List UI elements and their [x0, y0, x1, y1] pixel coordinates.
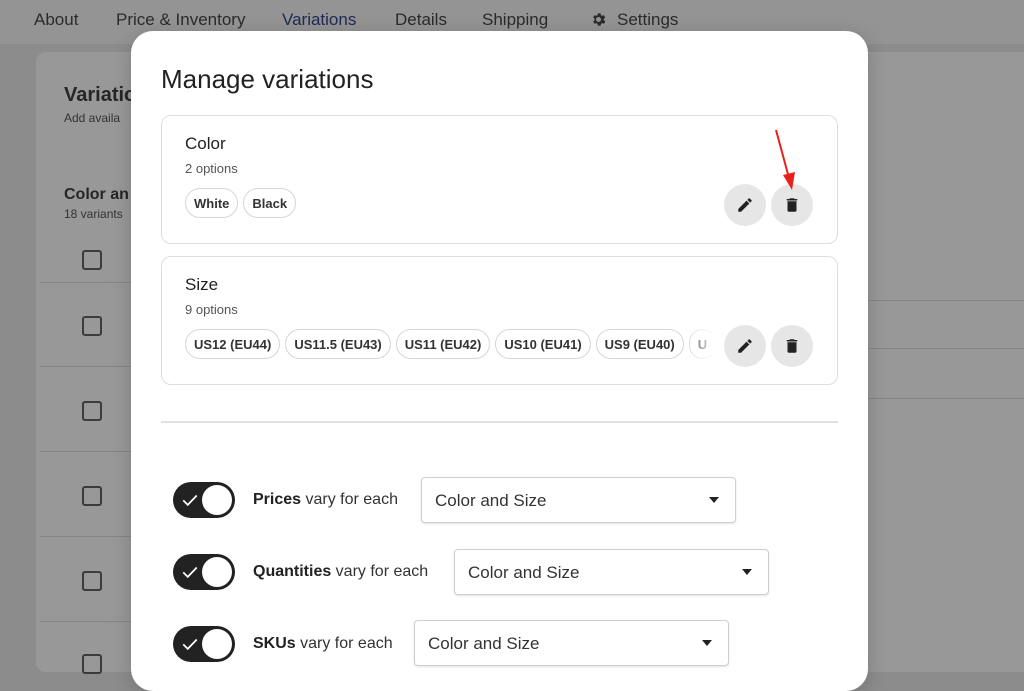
option-chip: US11 (EU42) — [395, 329, 491, 359]
manage-variations-modal: Manage variations Color 2 options White B… — [131, 31, 868, 691]
caret-down-icon — [709, 497, 719, 503]
modal-title: Manage variations — [161, 64, 374, 94]
select-value: Color and Size — [468, 563, 580, 582]
variation-option-count: 9 options — [185, 302, 238, 317]
pencil-icon — [738, 198, 752, 212]
variation-name: Color — [185, 134, 226, 153]
tab-price-inventory[interactable]: Price & Inventory — [116, 10, 245, 30]
variation-option-count: 2 options — [185, 161, 238, 176]
edit-variation-button[interactable] — [724, 184, 766, 226]
row-divider — [40, 451, 140, 452]
row-checkbox[interactable] — [82, 571, 102, 591]
variation-card-size: Size 9 options US12 (EU44) US11.5 (EU43) U… — [161, 256, 838, 385]
pencil-icon — [738, 339, 752, 353]
row-divider — [860, 300, 1024, 301]
skus-vary-select[interactable]: Color and Size — [414, 620, 729, 666]
tab-variations[interactable]: Variations — [282, 10, 356, 30]
trash-icon — [786, 198, 798, 212]
tab-shipping[interactable]: Shipping — [482, 10, 548, 30]
annotation-arrow-shaft — [775, 129, 790, 179]
tab-settings[interactable]: Settings — [617, 10, 678, 30]
vary-label-strong: SKUs — [253, 635, 296, 652]
row-checkbox[interactable] — [82, 316, 102, 336]
row-checkbox[interactable] — [82, 654, 102, 674]
section-divider — [161, 421, 838, 423]
select-value: Color and Size — [435, 491, 547, 510]
option-chip-list: US12 (EU44) US11.5 (EU43) US11 (EU42) US10 … — [185, 329, 715, 363]
row-checkbox[interactable] — [82, 486, 102, 506]
checkmark-icon — [182, 566, 198, 579]
row-checkbox[interactable] — [82, 401, 102, 421]
row-divider — [40, 282, 140, 283]
prices-vary-label: Prices vary for each — [253, 491, 398, 509]
option-chip: US9 (EU40) — [595, 329, 684, 359]
edit-variation-button[interactable] — [724, 325, 766, 367]
row-divider — [40, 366, 140, 367]
select-all-checkbox[interactable] — [82, 250, 102, 270]
prices-vary-toggle[interactable] — [173, 482, 235, 518]
caret-down-icon — [702, 640, 712, 646]
vary-label-rest: vary for each — [331, 563, 429, 580]
background-section-title: Variatio — [64, 84, 137, 106]
chip-overflow-fade — [685, 329, 715, 363]
vary-label-rest: vary for each — [295, 635, 393, 652]
vary-label-rest: vary for each — [301, 491, 398, 508]
skus-vary-toggle[interactable] — [173, 626, 235, 662]
variation-name: Size — [185, 275, 219, 294]
trash-icon — [786, 339, 798, 353]
option-chip: US12 (EU44) — [185, 329, 281, 359]
caret-down-icon — [742, 569, 752, 575]
variation-card-color: Color 2 options White Black — [161, 115, 838, 244]
prices-vary-select[interactable]: Color and Size — [421, 477, 736, 523]
checkmark-icon — [182, 494, 198, 507]
annotation-arrow-head — [783, 172, 795, 190]
select-value: Color and Size — [428, 634, 540, 653]
background-group-subtitle: 18 variants — [64, 207, 123, 221]
option-chip: Black — [243, 188, 297, 218]
annotation-arrow — [775, 129, 795, 190]
option-chip-list: White Black — [185, 188, 715, 222]
background-section-subtitle: Add availa — [64, 111, 121, 125]
toggle-knob — [202, 629, 232, 659]
tab-about[interactable]: About — [34, 10, 78, 30]
vary-label-strong: Prices — [253, 491, 302, 508]
option-chip: US10 (EU41) — [495, 329, 591, 359]
tab-details[interactable]: Details — [395, 10, 447, 30]
row-divider — [40, 536, 140, 537]
quantities-vary-select[interactable]: Color and Size — [454, 549, 769, 595]
delete-variation-button[interactable] — [771, 325, 813, 367]
toggle-knob — [202, 557, 232, 587]
checkmark-icon — [182, 638, 198, 651]
option-chip: White — [185, 188, 239, 218]
quantities-vary-toggle[interactable] — [173, 554, 235, 590]
toggle-knob — [202, 485, 232, 515]
gear-icon — [593, 13, 606, 26]
background-group-title: Color an — [64, 186, 129, 203]
row-divider — [40, 621, 140, 622]
row-divider — [860, 348, 1024, 349]
option-chip: US11.5 (EU43) — [285, 329, 391, 359]
row-divider — [860, 398, 1024, 399]
skus-vary-label: SKUs vary for each — [253, 635, 393, 653]
vary-label-strong: Quantities — [253, 563, 332, 580]
quantities-vary-label: Quantities vary for each — [253, 563, 428, 581]
